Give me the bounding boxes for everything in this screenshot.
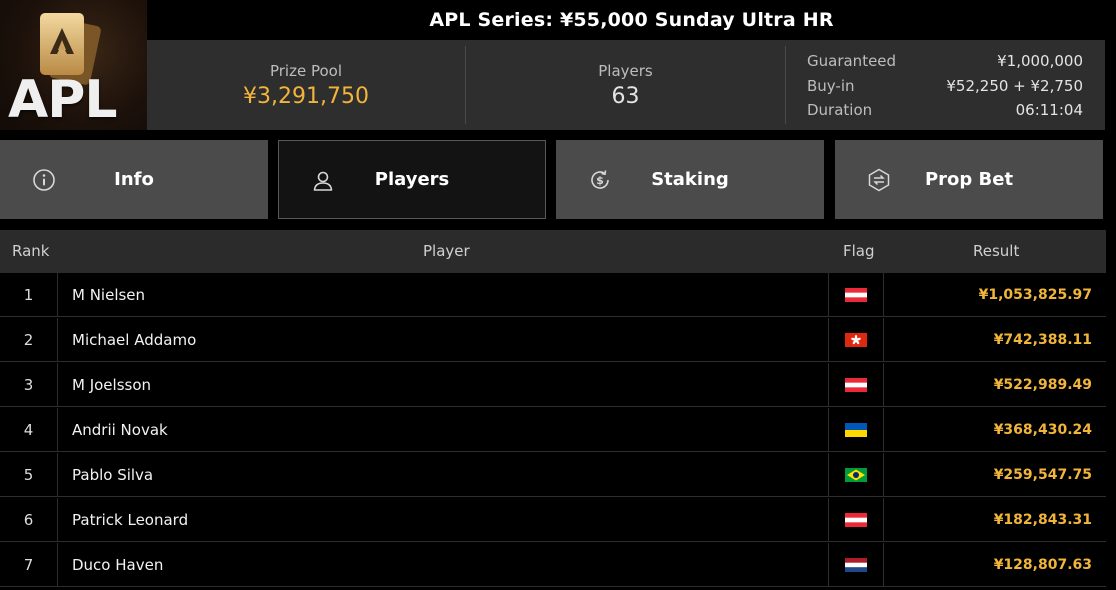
flag-cell bbox=[828, 363, 884, 407]
rank-cell: 5 bbox=[0, 453, 58, 497]
rank-cell: 7 bbox=[0, 543, 58, 587]
players-table-header: Rank Player Flag Result bbox=[0, 230, 1106, 273]
austria-flag-icon bbox=[845, 378, 867, 392]
hong-kong-flag-icon bbox=[845, 333, 867, 347]
tab-prop-bet[interactable]: Prop Bet bbox=[835, 140, 1103, 219]
table-row[interactable]: 3 M Joelsson ¥522,989.49 bbox=[0, 363, 1106, 407]
tournament-title: APL Series: ¥55,000 Sunday Ultra HR bbox=[147, 0, 1116, 40]
detail-value: ¥1,000,000 bbox=[997, 52, 1083, 71]
user-icon bbox=[313, 171, 333, 191]
austria-flag-icon bbox=[845, 288, 867, 302]
swap-hexagon-icon bbox=[868, 168, 890, 192]
tournament-details: Guaranteed ¥1,000,000 Buy-in ¥52,250 + ¥… bbox=[807, 49, 1083, 123]
result-amount: ¥182,843.31 bbox=[993, 512, 1092, 528]
detail-label: Duration bbox=[807, 101, 873, 120]
player-name: Pablo Silva bbox=[72, 466, 154, 484]
player-name: M Nielsen bbox=[72, 286, 146, 304]
column-header-flag[interactable]: Flag bbox=[843, 242, 875, 260]
tab-players[interactable]: Players bbox=[278, 140, 546, 219]
logo-text: APL bbox=[8, 70, 117, 130]
rank-cell: 2 bbox=[0, 318, 58, 362]
player-name: Michael Addamo bbox=[72, 331, 197, 349]
detail-row-guaranteed: Guaranteed ¥1,000,000 bbox=[807, 49, 1083, 74]
detail-row-buy-in: Buy-in ¥52,250 + ¥2,750 bbox=[807, 74, 1083, 99]
netherlands-flag-icon bbox=[845, 558, 867, 572]
players-label: Players bbox=[598, 61, 653, 80]
column-header-player[interactable]: Player bbox=[423, 242, 470, 260]
table-row[interactable]: 5 Pablo Silva ¥259,547.75 bbox=[0, 453, 1106, 497]
prize-pool-label: Prize Pool bbox=[269, 61, 343, 80]
table-row[interactable]: 1 M Nielsen ¥1,053,825.97 bbox=[0, 273, 1106, 317]
flag-cell bbox=[828, 408, 884, 452]
players-count: 63 bbox=[611, 83, 640, 109]
stats-divider bbox=[785, 46, 786, 124]
tournament-stats-bar: Prize Pool ¥3,291,750 Players 63 Guarant… bbox=[147, 40, 1105, 130]
column-header-result[interactable]: Result bbox=[973, 242, 1019, 260]
player-name: M Joelsson bbox=[72, 376, 152, 394]
austria-flag-icon bbox=[845, 513, 867, 527]
detail-value: 06:11:04 bbox=[1015, 101, 1083, 120]
tab-staking[interactable]: $ Staking bbox=[556, 140, 824, 219]
table-row[interactable]: 2 Michael Addamo ¥742,388.11 bbox=[0, 318, 1106, 362]
tab-info[interactable]: Info bbox=[0, 140, 268, 219]
column-header-rank[interactable]: Rank bbox=[12, 242, 49, 260]
result-amount: ¥128,807.63 bbox=[993, 557, 1092, 573]
player-name: Duco Haven bbox=[72, 556, 164, 574]
detail-value: ¥52,250 + ¥2,750 bbox=[946, 76, 1083, 95]
flag-cell bbox=[828, 543, 884, 587]
rank-cell: 3 bbox=[0, 363, 58, 407]
flag-cell bbox=[828, 498, 884, 542]
tournament-title-text: APL Series: ¥55,000 Sunday Ultra HR bbox=[429, 9, 834, 31]
rank-cell: 6 bbox=[0, 498, 58, 542]
prize-pool-stat: Prize Pool ¥3,291,750 bbox=[147, 40, 465, 130]
result-amount: ¥742,388.11 bbox=[993, 332, 1092, 348]
info-icon bbox=[33, 169, 55, 191]
result-amount: ¥522,989.49 bbox=[993, 377, 1092, 393]
ukraine-flag-icon bbox=[845, 423, 867, 437]
flag-cell bbox=[828, 318, 884, 362]
result-amount: ¥1,053,825.97 bbox=[978, 287, 1092, 303]
players-stat: Players 63 bbox=[466, 40, 785, 130]
table-row[interactable]: 7 Duco Haven ¥128,807.63 bbox=[0, 543, 1106, 587]
detail-label: Guaranteed bbox=[807, 52, 897, 71]
prize-pool-value: ¥3,291,750 bbox=[243, 83, 369, 109]
rank-cell: 1 bbox=[0, 273, 58, 317]
detail-row-duration: Duration 06:11:04 bbox=[807, 98, 1083, 123]
player-name: Patrick Leonard bbox=[72, 511, 189, 529]
result-amount: ¥259,547.75 bbox=[993, 467, 1092, 483]
table-row[interactable]: 4 Andrii Novak ¥368,430.24 bbox=[0, 408, 1106, 452]
apl-logo: APL bbox=[0, 0, 147, 130]
table-row[interactable]: 6 Patrick Leonard ¥182,843.31 bbox=[0, 498, 1106, 542]
flag-cell bbox=[828, 453, 884, 497]
player-name: Andrii Novak bbox=[72, 421, 168, 439]
svg-text:$: $ bbox=[596, 174, 604, 187]
flag-cell bbox=[828, 273, 884, 317]
brazil-flag-icon bbox=[845, 468, 867, 482]
rank-cell: 4 bbox=[0, 408, 58, 452]
dollar-refresh-icon: $ bbox=[591, 170, 609, 189]
result-amount: ¥368,430.24 bbox=[993, 422, 1092, 438]
detail-label: Buy-in bbox=[807, 76, 855, 95]
